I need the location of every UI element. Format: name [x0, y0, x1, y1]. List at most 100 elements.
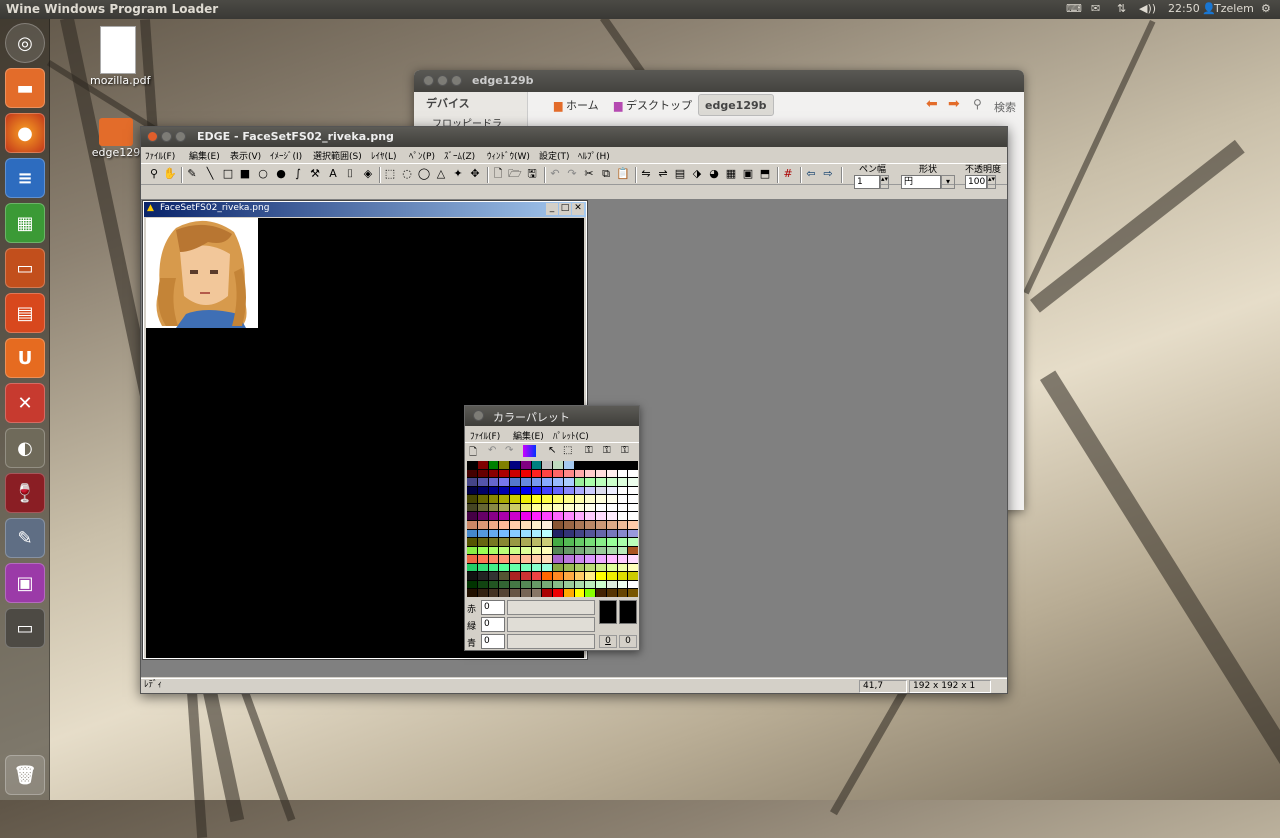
palette-swatch[interactable] [499, 469, 509, 478]
palette-swatch[interactable] [606, 486, 617, 495]
palette-swatch[interactable] [617, 512, 628, 520]
palette-swatch[interactable] [553, 520, 563, 529]
palette-swatch[interactable] [563, 461, 574, 469]
palette-swatch[interactable] [467, 589, 477, 597]
palette-swatch[interactable] [574, 461, 585, 469]
palette-swatch[interactable] [477, 555, 488, 563]
palette-swatch[interactable] [574, 520, 585, 529]
palette-swatch[interactable] [488, 580, 499, 589]
palette-swatch[interactable] [553, 563, 563, 572]
palette-swatch[interactable] [477, 520, 488, 529]
select-range-icon[interactable]: ⬚ [563, 445, 572, 456]
palette-swatch[interactable] [542, 529, 552, 538]
palette-swatch[interactable] [499, 461, 509, 469]
palette-swatch[interactable] [542, 589, 552, 597]
palette-swatch[interactable] [563, 495, 574, 503]
palette-swatch[interactable] [563, 529, 574, 538]
palette-swatch[interactable] [542, 512, 552, 520]
palette-swatch[interactable] [499, 572, 509, 580]
lock-all-icon[interactable]: ⚿ [621, 445, 629, 456]
palette-swatch[interactable] [606, 512, 617, 520]
menu-view[interactable]: 表示(V) [230, 149, 261, 162]
palette-swatch[interactable] [596, 589, 606, 597]
move-tool-icon[interactable]: ✥ [468, 167, 482, 181]
ubuntu-one-icon[interactable]: U [5, 338, 45, 378]
palette-swatch[interactable] [467, 563, 477, 572]
palette-swatch[interactable] [477, 563, 488, 572]
palette-swatch[interactable] [488, 555, 499, 563]
palette-swatch[interactable] [606, 563, 617, 572]
palette-swatch[interactable] [628, 580, 638, 589]
palette-swatch[interactable] [628, 555, 638, 563]
palette-swatch[interactable] [606, 478, 617, 486]
palette-swatch[interactable] [488, 538, 499, 546]
palette-swatch[interactable] [606, 555, 617, 563]
palette-swatch[interactable] [617, 563, 628, 572]
palette-swatch[interactable] [553, 469, 563, 478]
desktop-folder-edge129[interactable]: edge129 [88, 118, 144, 159]
palette-swatch[interactable] [531, 469, 542, 478]
palette-swatch[interactable] [510, 495, 520, 503]
palette-swatch[interactable] [563, 512, 574, 520]
palette-swatch[interactable] [520, 529, 531, 538]
palette-swatch[interactable] [488, 520, 499, 529]
palette-swatch[interactable] [531, 555, 542, 563]
palette-swatch[interactable] [531, 580, 542, 589]
palette-swatch[interactable] [488, 495, 499, 503]
palette-swatch[interactable] [488, 503, 499, 512]
palette-swatch[interactable] [563, 572, 574, 580]
palette-menu-palette[interactable]: ﾊﾟﾚｯﾄ(C) [553, 429, 589, 442]
palette-swatch[interactable] [617, 555, 628, 563]
palette-swatch[interactable] [499, 512, 509, 520]
red-value-field[interactable]: 0 [481, 600, 505, 615]
breadcrumb-desktop[interactable]: ▆ デスクトップ [614, 97, 692, 113]
palette-swatch[interactable] [596, 563, 606, 572]
palette-swatch[interactable] [563, 520, 574, 529]
palette-swatch[interactable] [542, 478, 552, 486]
palette-swatch[interactable] [617, 520, 628, 529]
palette-swatch[interactable] [520, 469, 531, 478]
menu-file[interactable]: ﾌｧｲﾙ(F) [145, 149, 175, 162]
palette-swatch[interactable] [574, 538, 585, 546]
cut-icon[interactable]: ✂ [582, 167, 596, 181]
red-slider[interactable] [507, 600, 595, 615]
palette-swatch[interactable] [510, 461, 520, 469]
palette-swatch[interactable] [585, 461, 595, 469]
minimize-button[interactable]: _ [546, 203, 558, 215]
palette-swatch[interactable] [510, 503, 520, 512]
palette-swatch[interactable] [467, 461, 477, 469]
palette-swatch[interactable] [499, 546, 509, 555]
palette-swatch[interactable] [574, 580, 585, 589]
palette-swatch[interactable] [574, 589, 585, 597]
palette-swatch[interactable] [531, 589, 542, 597]
palette-swatch[interactable] [606, 503, 617, 512]
maximize-button[interactable] [175, 131, 186, 142]
trash-icon[interactable]: 🗑 [5, 755, 45, 795]
flip-icon[interactable]: ⇋ [639, 167, 653, 181]
palette-swatch[interactable] [617, 461, 628, 469]
palette-swatch[interactable] [510, 529, 520, 538]
palette-swatch[interactable] [553, 503, 563, 512]
palette-swatch[interactable] [553, 538, 563, 546]
palette-swatch[interactable] [488, 572, 499, 580]
maximize-button[interactable]: □ [559, 203, 571, 215]
palette-swatch[interactable] [467, 469, 477, 478]
palette-swatch[interactable] [617, 572, 628, 580]
palette-swatch[interactable] [585, 555, 595, 563]
palette-swatch[interactable] [553, 589, 563, 597]
palette-swatch[interactable] [520, 478, 531, 486]
paste-icon[interactable]: 📋 [616, 167, 630, 181]
palette-swatch[interactable] [606, 538, 617, 546]
palette-swatch[interactable] [467, 503, 477, 512]
palette-swatch[interactable] [596, 478, 606, 486]
palette-swatch[interactable] [596, 529, 606, 538]
palette-swatch[interactable] [510, 512, 520, 520]
background-color-swatch[interactable] [619, 600, 637, 624]
save-file-icon[interactable]: 🖫 [525, 167, 539, 181]
layer-icon[interactable]: ▤ [673, 167, 687, 181]
palette-swatch[interactable] [477, 572, 488, 580]
palette-swatch[interactable] [477, 495, 488, 503]
zoom-tool-icon[interactable]: ⚲ [147, 167, 161, 181]
palette-swatch[interactable] [574, 512, 585, 520]
redo-icon[interactable]: ↷ [565, 167, 579, 181]
